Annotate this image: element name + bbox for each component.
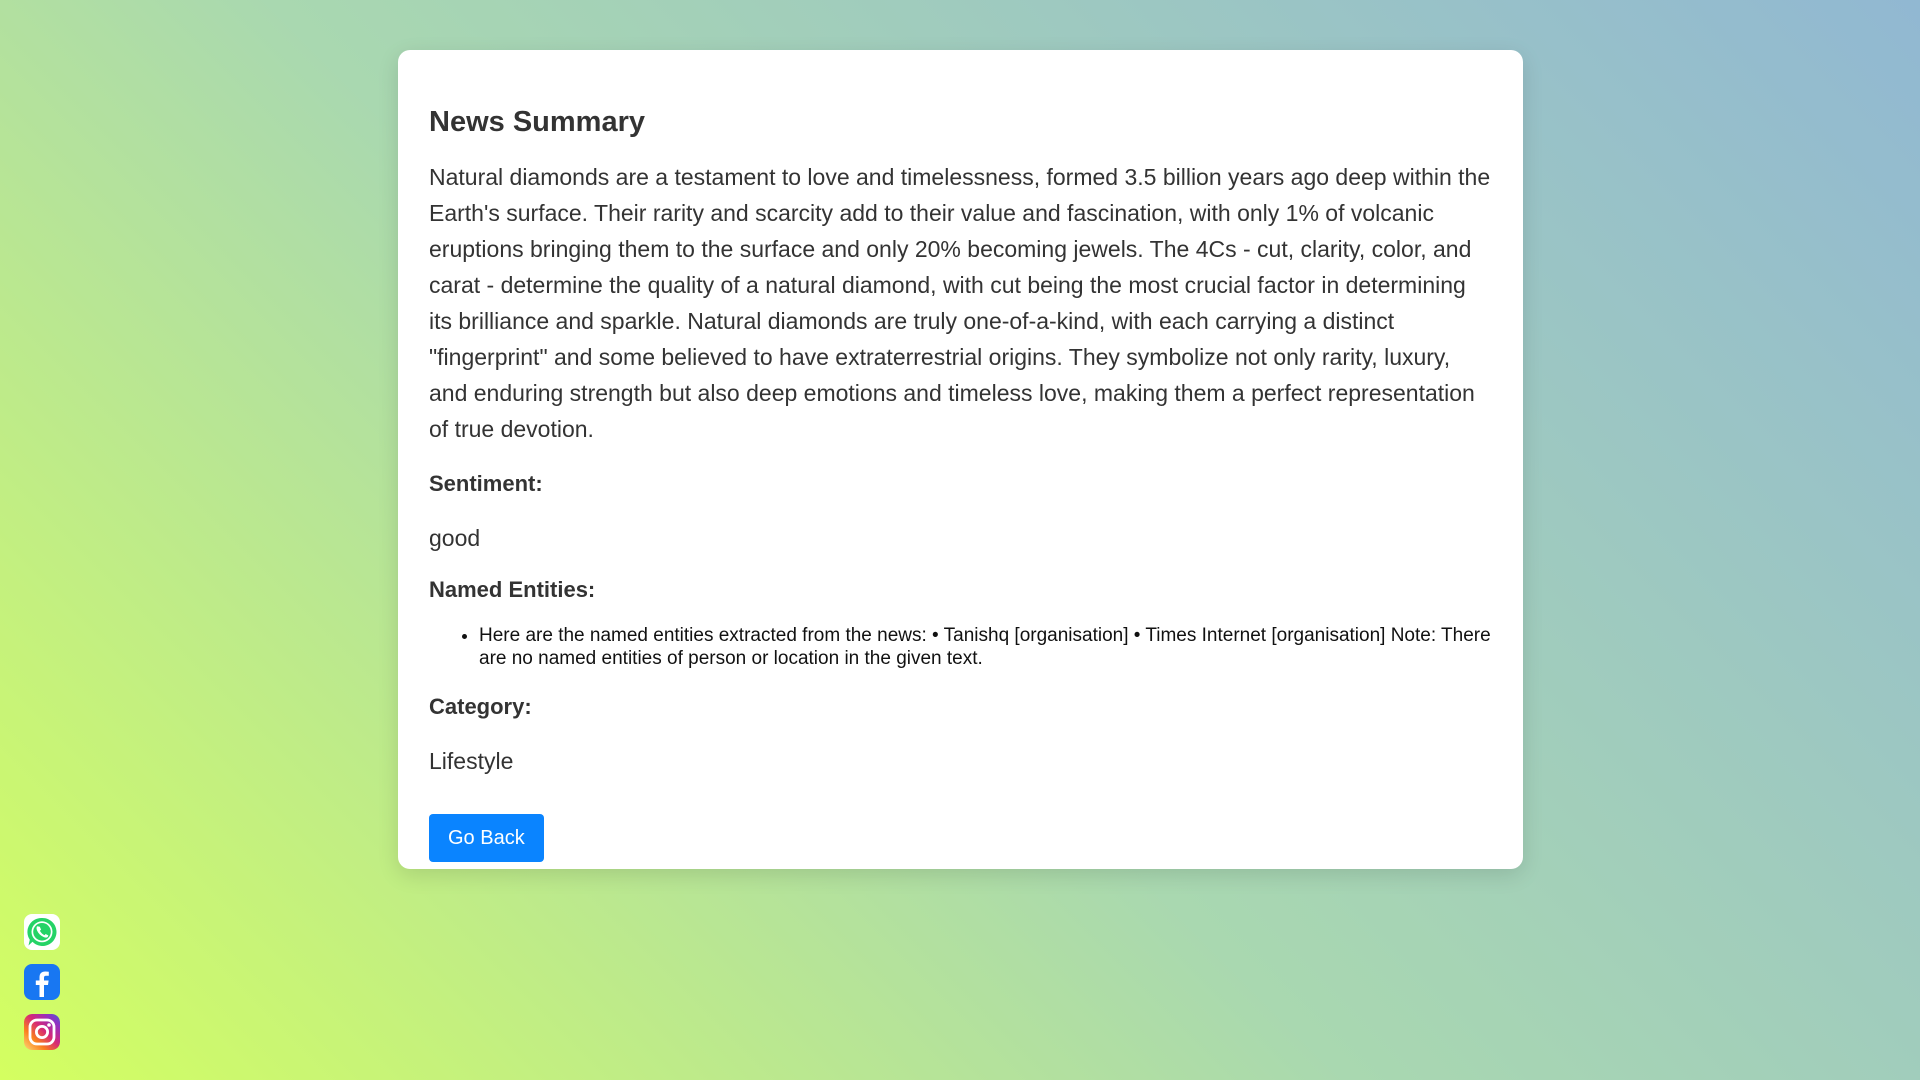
named-entities-list: Here are the named entities extracted fr… <box>429 624 1492 670</box>
category-label: Category: <box>429 694 532 719</box>
sentiment-value: good <box>429 525 481 551</box>
page-title: News Summary <box>429 106 645 138</box>
facebook-icon[interactable] <box>24 964 60 1000</box>
category-value: Lifestyle <box>429 748 514 774</box>
named-entities-label: Named Entities: <box>429 577 596 602</box>
instagram-icon[interactable] <box>24 1014 60 1050</box>
summary-text: Natural diamonds are a testament to love… <box>429 164 1491 442</box>
go-back-button[interactable]: Go Back <box>429 814 544 862</box>
list-item: Here are the named entities extracted fr… <box>479 624 1492 670</box>
whatsapp-icon[interactable] <box>24 914 60 950</box>
sentiment-label: Sentiment: <box>429 471 543 496</box>
news-summary-card: News Summary Natural diamonds are a test… <box>398 50 1523 869</box>
